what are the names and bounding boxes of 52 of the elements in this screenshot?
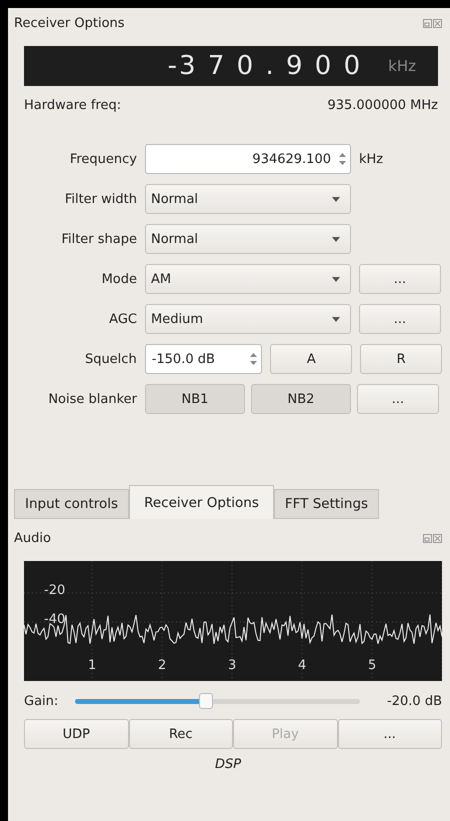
panel-title: Audio (14, 530, 51, 546)
squelch-spinbox[interactable]: -150.0 dB (144, 344, 262, 374)
spin-arrows-icon[interactable] (338, 152, 347, 166)
gain-label: Gain: (24, 694, 58, 708)
axis-label: 4 (298, 658, 306, 673)
frequency-spinbox[interactable]: 934629.100 (145, 144, 351, 174)
axis-label: 5 (368, 658, 376, 673)
field-label: Frequency (68, 152, 137, 166)
audio-button[interactable]: ... (338, 719, 442, 749)
more-button[interactable]: ... (359, 304, 441, 334)
hardware-freq-label: Hardware freq: (24, 98, 122, 113)
tab[interactable]: Receiver Options (129, 485, 274, 519)
field-label: Filter width (64, 192, 137, 206)
caret-icon (332, 236, 340, 242)
axis-label: -40 (44, 612, 66, 627)
axis-label: 3 (228, 658, 236, 673)
field-label: Filter shape (60, 232, 137, 246)
dropdown[interactable]: Normal (145, 224, 351, 254)
field-label: AGC (108, 312, 137, 326)
audio-button[interactable]: UDP (24, 719, 128, 749)
float-icon[interactable] (423, 18, 432, 28)
axis-label: -20 (44, 583, 66, 598)
caret-icon (332, 276, 340, 282)
dropdown[interactable]: Normal (145, 184, 351, 214)
squelch-button[interactable]: R (360, 344, 442, 374)
caret-icon (332, 196, 340, 202)
hardware-freq-value: 935.000000 MHz (327, 98, 438, 113)
field-label: Squelch (84, 352, 137, 366)
frequency-display[interactable]: -3 7 0 . 9 0 0 kHz (24, 46, 438, 86)
toggle-button[interactable]: NB2 (251, 384, 351, 414)
gain-reading: -20.0 dB (387, 694, 442, 708)
audio-button[interactable]: Rec (128, 719, 233, 749)
axis-label: 2 (158, 658, 166, 673)
more-button[interactable]: ... (359, 264, 441, 294)
unit-label: kHz (359, 152, 384, 166)
tab[interactable]: FFT Settings (274, 489, 380, 519)
dropdown[interactable]: Medium (145, 304, 351, 334)
dsp-label: DSP (214, 757, 242, 772)
axis-label: 1 (88, 658, 96, 673)
dropdown[interactable]: AM (145, 264, 351, 294)
more-button[interactable]: ... (357, 384, 439, 414)
field-label: Noise blanker (47, 392, 137, 406)
tab[interactable]: Input controls (14, 489, 130, 519)
float-icon[interactable] (423, 534, 432, 542)
toggle-button[interactable]: NB1 (145, 384, 245, 414)
close-icon[interactable] (433, 18, 442, 28)
spin-arrows-icon[interactable] (249, 352, 258, 366)
caret-icon (332, 316, 340, 322)
squelch-button[interactable]: A (270, 344, 352, 374)
field-label: Mode (100, 272, 137, 286)
close-icon[interactable] (433, 534, 442, 542)
panel-title: Receiver Options (14, 16, 125, 30)
